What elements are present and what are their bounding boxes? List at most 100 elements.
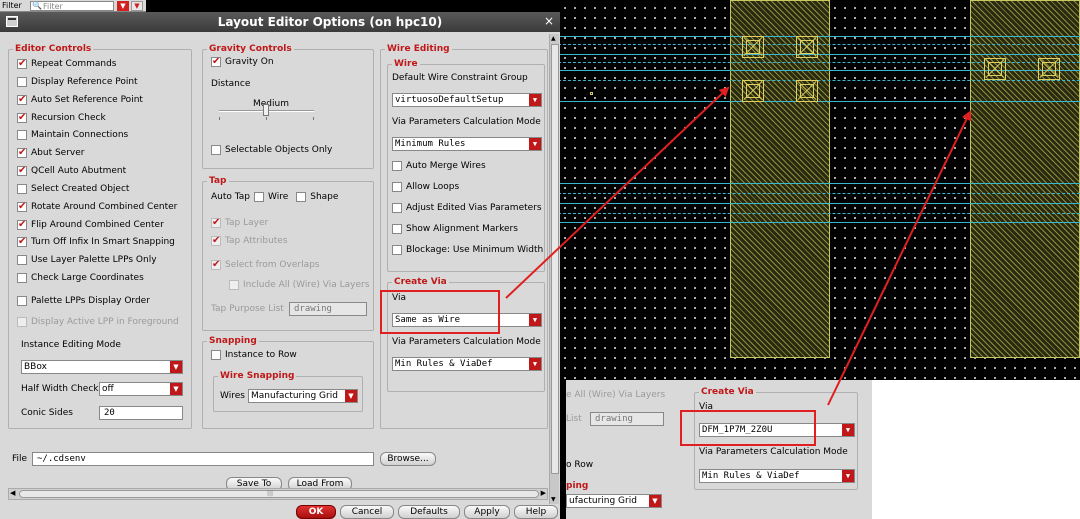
browse-button[interactable]: Browse... <box>380 452 436 466</box>
checkbox-box[interactable] <box>17 255 27 265</box>
editor-control-checkbox[interactable]: Use Layer Palette LPPs Only <box>17 255 157 265</box>
gravity-on-checkbox[interactable]: Gravity On <box>211 56 274 67</box>
checkbox-box[interactable] <box>17 273 27 283</box>
origin-marker <box>590 92 593 95</box>
selectable-objects-only-checkbox[interactable]: Selectable Objects Only <box>211 145 332 155</box>
file-label: File <box>12 454 28 464</box>
include-all-via-layers-checkbox: Include All (Wire) Via Layers <box>229 280 369 290</box>
checkbox-box[interactable] <box>211 145 221 155</box>
wire-track-dashed <box>558 193 1080 194</box>
title-bar[interactable]: Layout Editor Options (on hpc10) × <box>0 12 560 32</box>
scroll-left-icon[interactable]: ◀ <box>10 489 15 497</box>
background-white <box>872 380 1080 519</box>
instance-editing-mode-label: Instance Editing Mode <box>21 340 121 350</box>
filter-dropdown-button[interactable]: ▼ <box>117 1 129 11</box>
defaults-button[interactable]: Defaults <box>398 505 460 519</box>
filter-options-button[interactable]: ▼ <box>131 1 143 11</box>
editor-control-checkbox[interactable]: Palette LPPs Display Order <box>17 296 150 306</box>
horizontal-scrollbar[interactable]: ◀ ||| ▶ <box>8 488 548 500</box>
scrollbar-thumb[interactable] <box>551 44 559 474</box>
checkbox-box[interactable] <box>17 94 27 105</box>
layout-canvas[interactable] <box>558 0 1080 380</box>
editor-control-checkbox[interactable]: Turn Off Infix In Smart Snapping <box>17 236 175 247</box>
wire-track-dashed <box>558 44 1080 45</box>
auto-merge-wires-checkbox[interactable]: Auto Merge Wires <box>392 161 486 171</box>
checkbox-box[interactable] <box>17 77 27 87</box>
fragment-via-params-select[interactable]: Min Rules & ViaDef ▼ <box>699 469 855 483</box>
checkbox-box[interactable] <box>17 236 27 247</box>
editor-control-checkbox[interactable]: Recursion Check <box>17 112 106 123</box>
editor-control-checkbox[interactable]: Select Created Object <box>17 184 129 194</box>
editor-control-checkbox[interactable]: Abut Server <box>17 147 85 158</box>
wire-track <box>558 183 1080 184</box>
default-constraint-group-select[interactable]: virtuosoDefaultSetup ▼ <box>392 93 542 107</box>
checkbox-label: Flip Around Combined Center <box>31 220 164 230</box>
checkbox-box[interactable] <box>17 219 27 230</box>
chevron-down-icon: ▼ <box>842 424 854 436</box>
checkbox-label: Rotate Around Combined Center <box>31 202 178 212</box>
scroll-up-icon[interactable]: ▲ <box>551 35 556 42</box>
help-button[interactable]: Help <box>514 505 558 519</box>
dialog-title: Layout Editor Options (on hpc10) <box>217 15 443 29</box>
file-path-input[interactable]: ~/.cdsenv <box>32 452 374 466</box>
ok-button[interactable]: OK <box>296 505 336 519</box>
via-params-mode-select[interactable]: Minimum Rules ▼ <box>392 137 542 151</box>
chevron-down-icon: ▼ <box>170 361 182 373</box>
apply-button[interactable]: Apply <box>464 505 510 519</box>
checkbox-label: Abut Server <box>31 148 85 158</box>
blockage-min-width-checkbox[interactable]: Blockage: Use Minimum Width <box>392 245 543 255</box>
editor-control-checkbox[interactable]: Rotate Around Combined Center <box>17 201 178 212</box>
editor-control-checkbox[interactable]: Auto Set Reference Point <box>17 94 143 105</box>
checkbox-box[interactable] <box>17 165 27 176</box>
conic-sides-input[interactable]: 20 <box>99 406 183 420</box>
editor-control-checkbox[interactable]: Check Large Coordinates <box>17 273 144 283</box>
scroll-right-icon[interactable]: ▶ <box>541 489 546 497</box>
editor-control-checkbox[interactable]: QCell Auto Abutment <box>17 165 126 176</box>
fragment-wires-select[interactable]: ufacturing Grid ▼ <box>566 494 662 508</box>
slider-tick <box>219 117 220 120</box>
chevron-down-icon: ▼ <box>529 94 541 106</box>
tap-wire-checkbox[interactable] <box>254 192 264 202</box>
instance-editing-mode-select[interactable]: BBox ▼ <box>21 360 183 374</box>
distance-slider-thumb[interactable] <box>263 104 269 116</box>
tap-attributes-checkbox: Tap Attributes <box>211 235 288 246</box>
show-alignment-markers-checkbox[interactable]: Show Alignment Markers <box>392 224 518 234</box>
scroll-down-icon[interactable]: ▼ <box>551 496 556 503</box>
checkbox-box[interactable] <box>17 184 27 194</box>
scrollbar-thumb[interactable] <box>19 490 539 498</box>
allow-loops-checkbox[interactable]: Allow Loops <box>392 182 459 192</box>
checkbox-box[interactable] <box>17 112 27 123</box>
checkbox-box[interactable] <box>211 56 221 67</box>
editor-control-checkbox[interactable]: Display Reference Point <box>17 77 138 87</box>
fragment-include-all-label: e All (Wire) Via Layers <box>566 390 666 400</box>
checkbox-box[interactable] <box>17 147 27 158</box>
editor-control-checkbox: Display Active LPP in Foreground <box>17 317 179 327</box>
adjust-edited-vias-checkbox[interactable]: Adjust Edited Vias Parameters <box>392 203 542 213</box>
checkbox-box[interactable] <box>17 58 27 69</box>
half-width-check-select[interactable]: off ▼ <box>99 382 183 396</box>
create-via-params-select[interactable]: Min Rules & ViaDef ▼ <box>392 357 542 371</box>
checkbox-box[interactable] <box>17 201 27 212</box>
tap-shape-checkbox[interactable] <box>296 192 307 202</box>
editor-control-checkbox[interactable]: Repeat Commands <box>17 58 117 69</box>
checkbox-box[interactable] <box>17 296 27 306</box>
checkbox-box[interactable] <box>211 350 221 360</box>
checkbox-label: Display Reference Point <box>31 77 138 87</box>
editor-control-checkbox[interactable]: Maintain Connections <box>17 130 128 140</box>
vertical-scrollbar[interactable]: ▲ ▼ <box>549 34 559 504</box>
wire-track <box>558 222 1080 223</box>
create-via-title: Create Via <box>392 277 449 287</box>
cancel-button[interactable]: Cancel <box>340 505 394 519</box>
wires-snapping-select[interactable]: Manufacturing Grid ▼ <box>248 389 358 403</box>
checkbox-label: Recursion Check <box>31 113 106 123</box>
checkbox-label: Palette LPPs Display Order <box>31 296 150 306</box>
editor-control-checkbox[interactable]: Flip Around Combined Center <box>17 219 164 230</box>
checkbox-box[interactable] <box>17 130 27 140</box>
instance-to-row-checkbox[interactable]: Instance to Row <box>211 350 297 360</box>
chevron-down-icon: ▼ <box>842 470 854 482</box>
close-icon[interactable]: × <box>544 14 554 28</box>
wire-track <box>558 54 1080 55</box>
tap-title: Tap <box>207 176 229 186</box>
grip-icon: ||| <box>267 490 274 497</box>
filter-input[interactable]: 🔍 Filter <box>30 1 114 11</box>
